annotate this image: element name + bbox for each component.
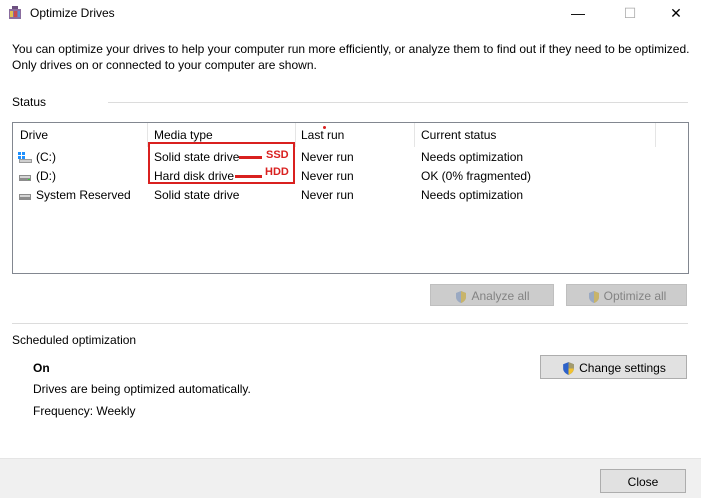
column-header-current-status[interactable]: Current status (421, 123, 496, 147)
current-status-cell: Needs optimization (421, 150, 524, 164)
column-separator (414, 123, 415, 147)
table-row-drive[interactable]: (D:) (18, 167, 56, 186)
close-button[interactable]: Close (600, 469, 686, 493)
annotation-hdd-label: HDD (265, 166, 289, 178)
drive-name: (C:) (36, 150, 56, 164)
status-divider (108, 102, 688, 103)
window-title: Optimize Drives (30, 6, 115, 20)
change-settings-button[interactable]: Change settings (540, 355, 687, 379)
analyze-all-button[interactable]: Analyze all (430, 284, 554, 306)
optimize-all-label: Optimize all (603, 289, 667, 303)
analyze-all-label: Analyze all (471, 289, 530, 303)
last-run-cell: Never run (301, 188, 354, 202)
status-label: Status (12, 95, 47, 109)
close-window-button[interactable]: ✕ (653, 0, 699, 26)
change-settings-label: Change settings (579, 361, 666, 375)
drive-name: System Reserved (36, 188, 131, 202)
last-run-cell: Never run (301, 169, 354, 183)
current-status-cell: OK (0% fragmented) (421, 169, 532, 183)
table-row-drive[interactable]: (C:) (18, 148, 56, 167)
current-status-cell: Needs optimization (421, 188, 524, 202)
media-type-cell: Solid state drive (154, 188, 240, 202)
annotation-dot (323, 126, 326, 129)
annotation-ssd-label: SSD (266, 149, 289, 161)
scheduled-optimization-label: Scheduled optimization (12, 333, 137, 347)
annotation-arrow-line (235, 175, 262, 178)
minimize-button[interactable]: — (555, 0, 601, 26)
windows-drive-icon (18, 152, 32, 164)
table-row-drive[interactable]: System Reserved (18, 186, 131, 205)
schedule-message: Drives are being optimized automatically… (33, 382, 251, 396)
optimize-all-button[interactable]: Optimize all (566, 284, 687, 306)
uac-shield-icon (563, 362, 574, 376)
hard-drive-icon (19, 175, 31, 182)
dialog-footer: Close (0, 458, 701, 498)
scheduled-divider (12, 323, 688, 324)
column-header-drive[interactable]: Drive (20, 123, 48, 147)
schedule-state: On (33, 361, 50, 375)
column-separator (295, 123, 296, 147)
drive-name: (D:) (36, 169, 56, 183)
drive-list[interactable]: Drive Media type Last run Current status… (12, 122, 689, 274)
schedule-frequency: Frequency: Weekly (33, 404, 136, 418)
maximize-button[interactable]: ☐ (607, 0, 653, 26)
description-text: You can optimize your drives to help you… (12, 42, 690, 72)
last-run-cell: Never run (301, 150, 354, 164)
hard-drive-icon (19, 194, 31, 201)
annotation-arrow-line (239, 156, 262, 159)
optimize-drives-app-icon (9, 6, 21, 19)
uac-shield-icon (456, 290, 467, 303)
column-separator (655, 123, 656, 147)
title-bar: Optimize Drives — ☐ ✕ (0, 0, 701, 26)
uac-shield-icon (588, 290, 599, 303)
